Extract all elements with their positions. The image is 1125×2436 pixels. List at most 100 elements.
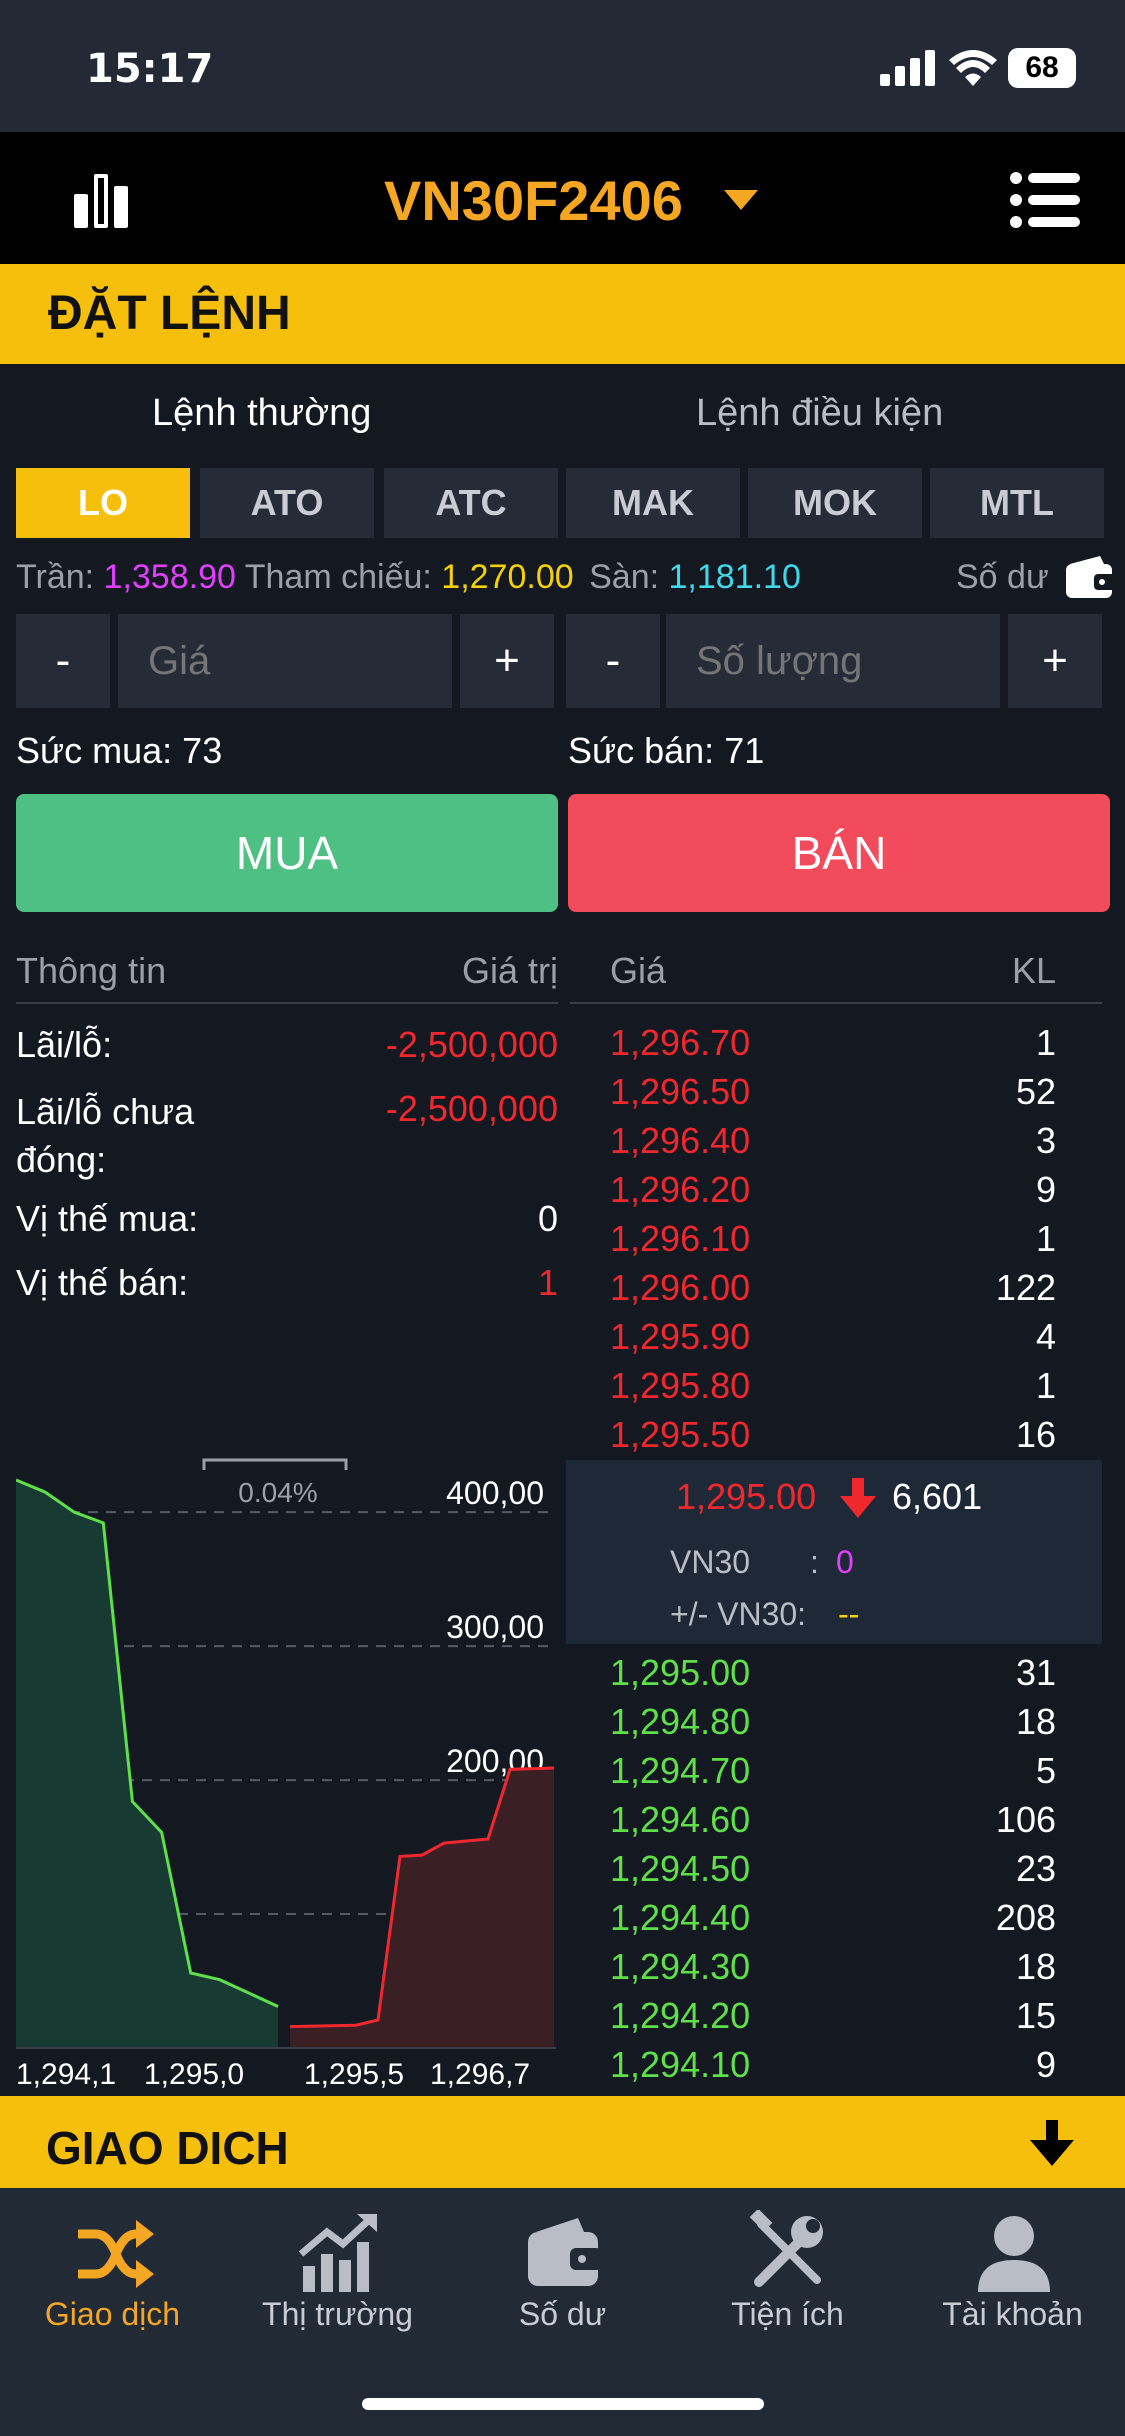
chevron-down-icon[interactable]	[724, 190, 758, 210]
tab-conditional-order[interactable]: Lệnh điều kiện	[696, 392, 943, 435]
nav-label: Số dư	[518, 2296, 607, 2332]
long-position-value: 0	[537, 1198, 558, 1239]
buy-power: Sức mua: 73	[16, 730, 222, 772]
ask-price[interactable]: 1,295.50	[610, 1414, 750, 1456]
bid-price[interactable]: 1,294.20	[610, 1995, 750, 2037]
ask-price[interactable]: 1,296.20	[610, 1169, 750, 1211]
ask-price[interactable]: 1,296.10	[610, 1218, 750, 1260]
nav-thi-truong[interactable]: Thị trường	[225, 2188, 450, 2388]
vn30-change-value: --	[838, 1596, 860, 1632]
info-divider	[16, 1002, 558, 1004]
ask-qty: 3	[1035, 1120, 1056, 1161]
ask-qty: 1	[1035, 1365, 1056, 1406]
price-reference-row: Trần: 1,358.90 Tham chiếu: 1,270.00 Sàn:…	[16, 558, 801, 597]
nav-so-du[interactable]: Số dư	[450, 2188, 675, 2388]
ask-qty: 4	[1035, 1316, 1056, 1357]
symbol-selector[interactable]: VN30F2406	[384, 168, 683, 233]
app-logo-icon[interactable]	[70, 168, 134, 232]
bid-qty: 31	[1015, 1652, 1056, 1693]
ask-price[interactable]: 1,296.50	[610, 1071, 750, 1113]
bid-price[interactable]: 1,294.60	[610, 1799, 750, 1841]
ask-qty: 1	[1035, 1218, 1056, 1259]
y-tick-label: 400,00	[446, 1475, 544, 1511]
info-header-label: Thông tin	[16, 950, 167, 991]
bid-qty: 106	[995, 1799, 1056, 1840]
bid-price[interactable]: 1,294.70	[610, 1750, 750, 1792]
bid-depth-area	[16, 1480, 278, 2048]
giao-dich-panel[interactable]: GIAO DICH	[0, 2096, 1125, 2188]
qty-decrease-button[interactable]: -	[566, 614, 660, 708]
reference-price: 1,270.00	[441, 558, 574, 596]
bid-price[interactable]: 1,294.50	[610, 1848, 750, 1890]
vn30-change-label: +/- VN30:	[670, 1596, 807, 1632]
last-volume: 6,601	[892, 1476, 983, 1517]
bid-qty: 18	[1015, 1701, 1056, 1742]
nav-label: Tiện ích	[731, 2296, 844, 2332]
bid-price[interactable]: 1,294.80	[610, 1701, 750, 1743]
ask-qty: 1	[1035, 1022, 1056, 1063]
wallet-icon	[528, 2218, 602, 2286]
buy-power-label: Sức mua:	[16, 730, 173, 771]
arrow-down-icon	[840, 1478, 876, 1518]
order-type-ato[interactable]: ATO	[200, 468, 374, 538]
nav-tien-ich[interactable]: Tiện ích	[675, 2188, 900, 2388]
qty-increase-button[interactable]: +	[1008, 614, 1102, 708]
last-price: 1,295.00	[676, 1476, 817, 1517]
bid-price[interactable]: 1,294.30	[610, 1946, 750, 1988]
ask-price[interactable]: 1,296.00	[610, 1267, 750, 1309]
price-increase-button[interactable]: +	[460, 614, 554, 708]
ask-price[interactable]: 1,296.70	[610, 1022, 750, 1064]
price-decrease-button[interactable]: -	[16, 614, 110, 708]
wallet-icon[interactable]	[1064, 554, 1116, 600]
pnl-label: Lãi/lỗ:	[16, 1024, 113, 1065]
tab-normal-order[interactable]: Lệnh thường	[152, 392, 371, 435]
bid-price[interactable]: 1,294.10	[610, 2044, 750, 2086]
ask-price[interactable]: 1,295.80	[610, 1365, 750, 1407]
sell-button[interactable]: BÁN	[568, 794, 1110, 912]
bid-price[interactable]: 1,294.40	[610, 1897, 750, 1939]
sell-power-label: Sức bán:	[568, 730, 715, 771]
orderbook-header-price: Giá	[610, 950, 667, 991]
bid-qty: 18	[1015, 1946, 1056, 1987]
buy-power-value: 73	[182, 730, 223, 771]
x-tick-label: 1,295,0	[144, 2058, 244, 2091]
order-type-mok[interactable]: MOK	[748, 468, 922, 538]
pnl-value: -2,500,000	[385, 1024, 558, 1065]
orderbook-divider	[570, 1002, 1102, 1004]
price-input[interactable]	[118, 614, 452, 708]
short-position-label: Vị thế bán:	[16, 1262, 189, 1303]
ceiling-price: 1,358.90	[103, 558, 236, 596]
quantity-input[interactable]	[666, 614, 1000, 708]
buy-button[interactable]: MUA	[16, 794, 558, 912]
orderbook-header-qty: KL	[1011, 950, 1056, 991]
status-time: 15:17	[86, 46, 214, 92]
x-tick-label: 1,296,7	[430, 2058, 530, 2091]
ask-price[interactable]: 1,295.90	[610, 1316, 750, 1358]
vn30-value: 0	[836, 1544, 854, 1580]
sell-power-value: 71	[724, 730, 765, 771]
order-type-mtl[interactable]: MTL	[930, 468, 1104, 538]
home-indicator	[362, 2398, 764, 2410]
order-type-lo[interactable]: LO	[16, 468, 190, 538]
arrow-down-icon[interactable]	[1030, 2120, 1074, 2166]
ask-price[interactable]: 1,296.40	[610, 1120, 750, 1162]
nav-tai-khoan[interactable]: Tài khoản	[900, 2188, 1125, 2388]
ask-depth-area	[290, 1768, 554, 2048]
menu-icon[interactable]	[1010, 170, 1080, 230]
vn30-separator: :	[810, 1544, 819, 1580]
depth-chart: 400,00300,00200,00100,000.04%1,294,11,29…	[16, 1458, 556, 2091]
order-type-mak[interactable]: MAK	[566, 468, 740, 538]
bid-qty: 5	[1035, 1750, 1056, 1791]
nav-giao-dich[interactable]: Giao dịch	[0, 2188, 225, 2388]
shuffle-icon	[78, 2220, 154, 2288]
bid-price[interactable]: 1,295.00	[610, 1652, 750, 1694]
floor-price: 1,181.10	[668, 558, 801, 596]
sell-power: Sức bán: 71	[568, 730, 764, 772]
balance-label[interactable]: Số dư	[956, 558, 1049, 597]
market-chart-icon	[298, 2214, 377, 2292]
ask-qty: 122	[995, 1267, 1056, 1308]
short-position-value: 1	[537, 1262, 558, 1303]
bid-qty: 208	[995, 1897, 1056, 1938]
order-type-atc[interactable]: ATC	[384, 468, 558, 538]
giao-dich-title: GIAO DICH	[46, 2122, 289, 2174]
